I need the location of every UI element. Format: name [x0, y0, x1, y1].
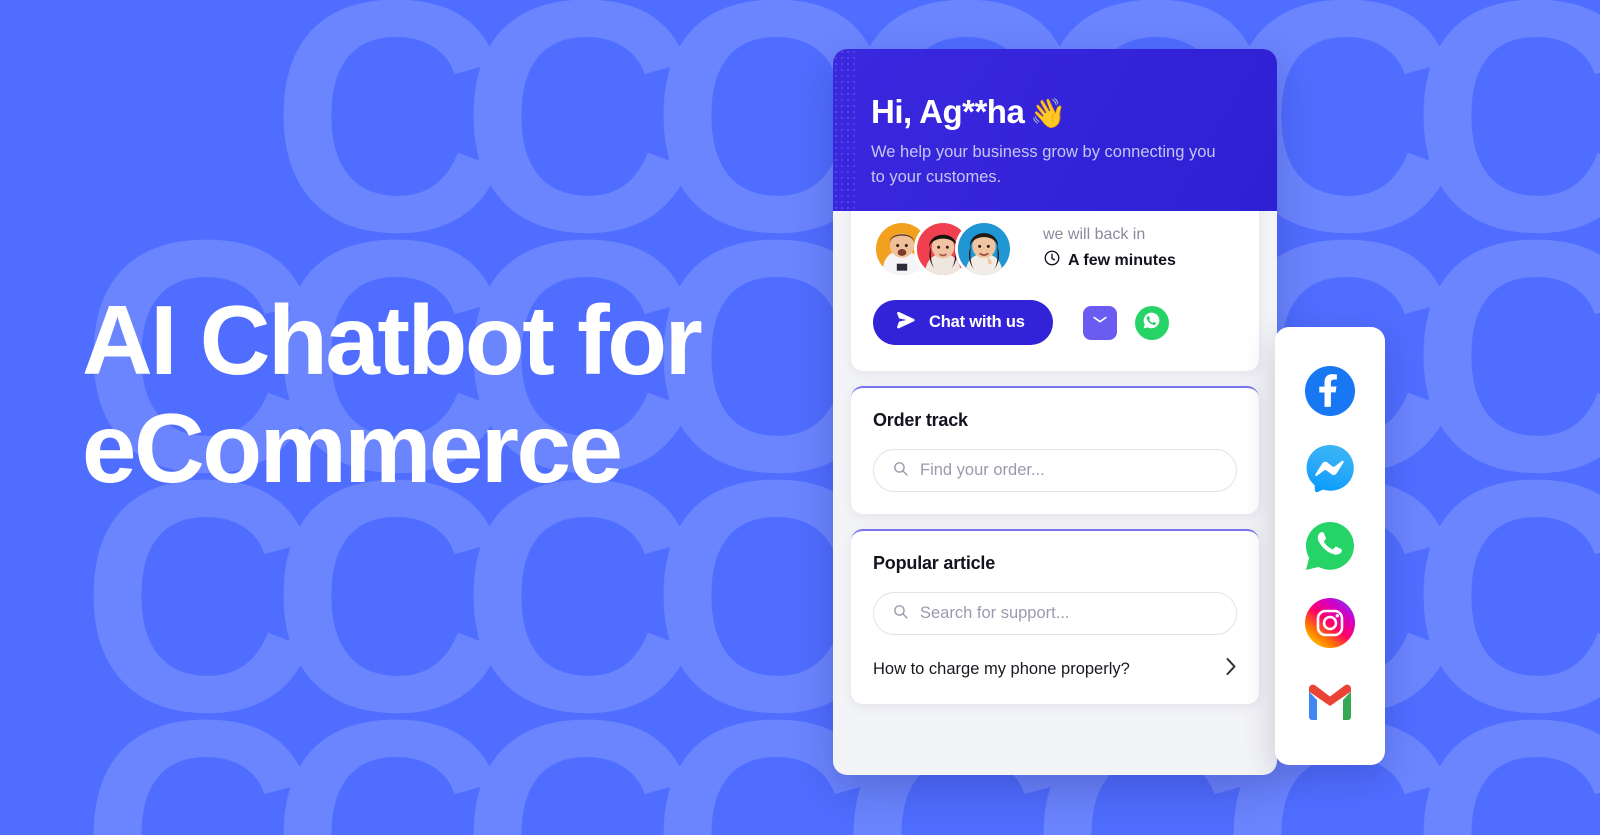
chat-widget: Hi, Ag**ha 👋 We help your business grow b… [833, 49, 1277, 775]
whatsapp-icon [1141, 310, 1162, 336]
greeting-subtitle: We help your business grow by connecting… [871, 143, 1216, 186]
headline-line-2: eCommerce [82, 393, 623, 503]
reply-info: we will back in A few minutes [1043, 226, 1176, 272]
avatar [955, 220, 1013, 278]
whatsapp-icon[interactable] [1303, 519, 1357, 573]
wave-emoji: 👋 [1030, 98, 1066, 130]
order-track-card: Order track Find your order... [851, 386, 1259, 514]
order-search-input[interactable]: Find your order... [873, 449, 1237, 492]
gmail-icon[interactable] [1303, 674, 1357, 728]
facebook-icon[interactable] [1303, 364, 1357, 418]
order-search-placeholder: Find your order... [920, 461, 1045, 479]
page-title: AI Chatbot for eCommerce [82, 286, 802, 502]
popular-article-title: Popular article [873, 553, 996, 573]
messenger-icon[interactable] [1303, 442, 1357, 496]
whatsapp-button[interactable] [1134, 305, 1169, 340]
popular-article-card: Popular article Search for support... Ho… [851, 529, 1259, 704]
reply-time-label: A few minutes [1068, 251, 1176, 269]
article-label: How to charge my phone properly? [873, 660, 1130, 678]
instagram-icon[interactable] [1303, 596, 1357, 650]
clock-icon [1043, 249, 1061, 272]
reply-time: A few minutes [1043, 249, 1176, 272]
chat-button-label: Chat with us [929, 313, 1025, 331]
support-search-input[interactable]: Search for support... [873, 592, 1237, 635]
list-item[interactable]: How to charge my phone properly? [873, 657, 1237, 682]
reply-label: we will back in [1043, 226, 1146, 243]
headline-line-1: AI Chatbot for [82, 285, 703, 395]
contact-actions: Chat with us [873, 300, 1237, 345]
widget-header: Hi, Ag**ha 👋 We help your business grow b… [833, 49, 1277, 211]
avatar-group [873, 220, 1013, 278]
social-bar [1275, 327, 1385, 765]
chat-with-us-button[interactable]: Chat with us [873, 300, 1053, 345]
order-track-title: Order track [873, 410, 968, 430]
contact-info-row: we will back in A few minutes [873, 220, 1237, 278]
greeting-text: Hi, Ag**ha [871, 93, 1025, 130]
chevron-right-icon [1225, 657, 1237, 682]
greeting-title: Hi, Ag**ha 👋 [871, 93, 1239, 131]
support-search-placeholder: Search for support... [920, 604, 1070, 622]
envelope-icon [1090, 310, 1110, 335]
search-icon [892, 603, 909, 625]
search-icon [892, 460, 909, 482]
email-button[interactable] [1082, 305, 1117, 340]
send-icon [895, 309, 917, 336]
svg-text:C: C [1410, 651, 1600, 835]
